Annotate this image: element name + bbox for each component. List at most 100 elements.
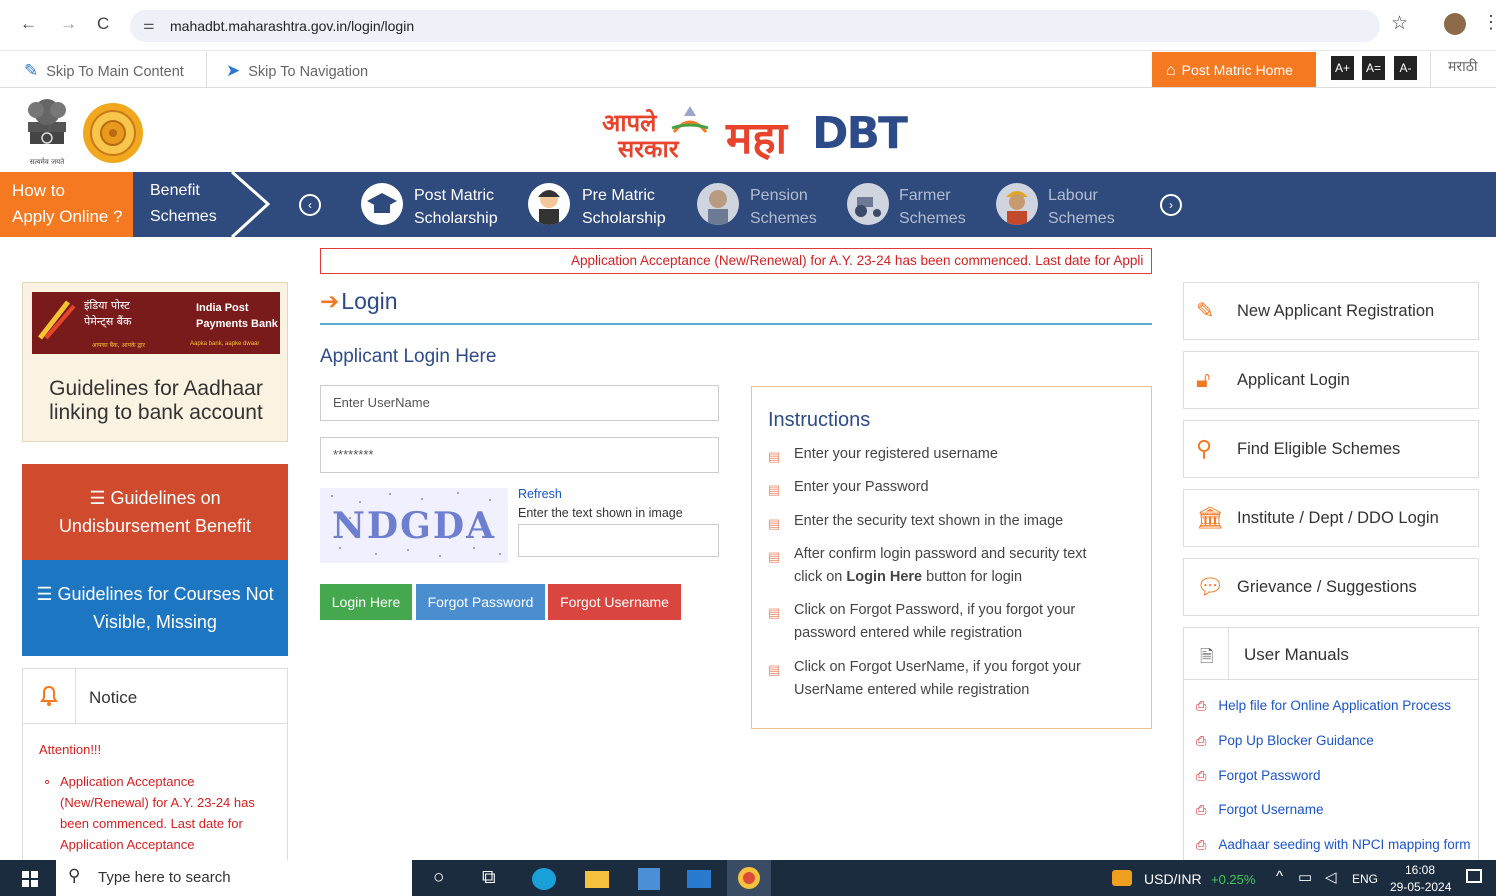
aadhaar-guidelines-title: Guidelines for Aadhaar linking to bank a… <box>49 377 263 424</box>
box-label: Find Eligible Schemes <box>1237 440 1401 458</box>
manual-link[interactable]: ⎙ Aadhaar seeding with NPCI mapping form <box>1196 837 1471 853</box>
back-icon[interactable]: ← <box>20 14 37 34</box>
mail-icon[interactable] <box>687 870 711 888</box>
next-arrow-icon[interactable]: › <box>1160 194 1182 216</box>
captcha-input[interactable] <box>518 524 719 557</box>
bullet-icon: ∘ <box>43 774 52 789</box>
instruction-item: ▤ After confirm login password and securi… <box>768 546 1087 585</box>
clock-time[interactable]: 16:08 <box>1405 863 1435 877</box>
instruction-item: ▤ Click on Forgot UserName, if you forgot… <box>768 659 1081 698</box>
windows-start-icon[interactable] <box>22 871 38 887</box>
taskbar-search[interactable]: ⚲ Type here to search <box>56 860 412 896</box>
post-matric-home-button[interactable]: ⌂ Post Matric Home <box>1152 52 1316 87</box>
undisbursement-guidelines-button[interactable]: ☰ Guidelines on Undisbursement Benefit <box>22 464 288 560</box>
site-info-icon[interactable]: ⚌ <box>143 17 155 33</box>
labour-worker-icon <box>996 183 1038 225</box>
divider <box>1430 52 1431 87</box>
forgot-username-button[interactable]: Forgot Username <box>548 584 681 620</box>
nav-post-matric[interactable]: Post Matric Scholarship <box>414 184 498 230</box>
nav-label: Scholarship <box>414 210 498 227</box>
prev-arrow-icon[interactable]: ‹ <box>299 194 321 216</box>
chevron-up-icon[interactable]: ^ <box>1276 868 1283 885</box>
grievance-link[interactable]: 💬︎ Grievance / Suggestions <box>1183 558 1479 616</box>
nav-pre-matric[interactable]: Pre Matric Scholarship <box>582 184 666 230</box>
instruction-item: ▤ Enter your registered username <box>768 443 1138 466</box>
browser-toolbar: ← → C ⚌ mahadbt.maharashtra.gov.in/login… <box>0 0 1496 51</box>
nav-labour[interactable]: Labour Schemes <box>1048 184 1115 230</box>
font-decrease-button[interactable]: A- <box>1394 56 1417 80</box>
menu-icon[interactable]: ⋮ <box>1482 12 1496 33</box>
cortana-icon[interactable]: ○ <box>433 867 444 889</box>
manual-link[interactable]: ⎙ Forgot Password <box>1196 768 1320 784</box>
benefit-label: Schemes <box>150 208 217 225</box>
address-bar[interactable]: ⚌ mahadbt.maharashtra.gov.in/login/login <box>130 10 1380 42</box>
manual-link[interactable]: ⎙ Forgot Username <box>1196 802 1323 818</box>
skip-main-link[interactable]: ✎ Skip To Main Content <box>24 61 184 81</box>
network-icon[interactable]: ▭ <box>1298 868 1312 886</box>
benefit-schemes-heading: Benefit Schemes <box>150 178 217 230</box>
pdf-icon: ⎙ <box>1196 837 1207 852</box>
instruction-item: ▤ Click on Forgot Password, if you forgot… <box>768 602 1076 641</box>
chat-bubble-icon: 💬︎ <box>1196 574 1224 599</box>
volume-muted-icon[interactable]: ◁ <box>1325 868 1337 886</box>
clock-date[interactable]: 29-05-2024 <box>1390 880 1451 894</box>
elderly-person-icon <box>697 183 739 225</box>
language-indicator[interactable]: ENG <box>1352 872 1378 886</box>
captcha-refresh-link[interactable]: Refresh <box>518 487 562 501</box>
post-matric-home-label: Post Matric Home <box>1181 62 1293 78</box>
file-explorer-icon[interactable] <box>585 871 609 888</box>
maharashtra-seal-logo <box>82 102 144 164</box>
user-manuals-panel: 🗎︎ User Manuals ⎙ Help file for Online Ap… <box>1183 627 1479 867</box>
institution-icon: 🏛︎ <box>1196 505 1224 530</box>
nav-farmer[interactable]: Farmer Schemes <box>899 184 966 230</box>
aadhaar-guidelines-card[interactable]: इंडिया पोस्ट पेमेन्ट्स बैंक India Post P… <box>22 282 288 442</box>
list-bullet-icon: ▤ <box>768 482 781 497</box>
bookmark-star-icon[interactable]: ☆ <box>1391 12 1408 35</box>
captcha-image: NDGDA <box>320 488 508 563</box>
manual-link[interactable]: ⎙ Pop Up Blocker Guidance <box>1196 733 1374 749</box>
login-button[interactable]: Login Here <box>320 584 412 620</box>
skip-nav-label: Skip To Navigation <box>248 64 369 80</box>
applicant-login-link[interactable]: 🔓︎ Applicant Login <box>1183 351 1479 409</box>
nav-pension[interactable]: Pension Schemes <box>750 184 817 230</box>
notice-header: Notice <box>23 669 287 724</box>
currency-change: +0.25% <box>1211 872 1256 887</box>
institute-login-link[interactable]: 🏛︎ Institute / Dept / DDO Login <box>1183 489 1479 547</box>
chrome-taskbar-button[interactable] <box>727 860 771 896</box>
courses-guidelines-button[interactable]: ☰ Guidelines for Courses Not Visible, Mi… <box>22 560 288 656</box>
notifications-icon[interactable] <box>1466 869 1482 883</box>
nav-label: Schemes <box>750 210 817 227</box>
list-bullet-icon: ▤ <box>768 549 781 564</box>
edit-icon: ✎ <box>1196 298 1215 323</box>
profile-avatar[interactable] <box>1444 13 1466 35</box>
undisbursement-label: Guidelines on Undisbursement Benefit <box>58 488 252 536</box>
student-girl-icon <box>528 183 570 225</box>
password-input[interactable]: ******** <box>320 437 719 473</box>
skip-nav-link[interactable]: ➤ Skip To Navigation <box>226 61 368 81</box>
new-applicant-registration-link[interactable]: ✎ New Applicant Registration <box>1183 282 1479 340</box>
task-view-icon[interactable]: ⧉ <box>482 867 496 889</box>
courses-label: Guidelines for Courses Not Visible, Miss… <box>57 584 274 632</box>
list-bullet-icon: ▤ <box>768 516 781 531</box>
list-icon: ☰ <box>36 584 58 604</box>
forgot-password-button[interactable]: Forgot Password <box>416 584 545 620</box>
font-increase-button[interactable]: A+ <box>1331 56 1354 80</box>
forward-icon[interactable]: → <box>60 14 77 34</box>
edge-icon[interactable] <box>532 868 556 890</box>
currency-label[interactable]: USD/INR <box>1144 871 1202 887</box>
font-reset-button[interactable]: A= <box>1362 56 1385 80</box>
store-icon[interactable] <box>638 868 660 890</box>
notice-item[interactable]: ∘ Application Acceptance (New/Renewal) f… <box>39 771 275 855</box>
nav-label: Scholarship <box>582 210 666 227</box>
divider <box>1228 628 1229 680</box>
login-heading: ➔Login <box>320 288 398 315</box>
how-to-apply-link[interactable]: How to Apply Online ? <box>0 172 133 237</box>
box-label: New Applicant Registration <box>1237 302 1435 320</box>
manual-link[interactable]: ⎙ Help file for Online Application Proces… <box>1196 698 1451 714</box>
username-input[interactable]: Enter UserName <box>320 385 719 421</box>
reload-icon[interactable]: C <box>97 14 109 34</box>
pdf-icon: ⎙ <box>1196 768 1207 783</box>
language-toggle[interactable]: मराठी <box>1448 57 1477 76</box>
home-icon: ⌂ <box>1166 62 1176 79</box>
find-eligible-schemes-link[interactable]: ⚲ Find Eligible Schemes <box>1183 420 1479 478</box>
